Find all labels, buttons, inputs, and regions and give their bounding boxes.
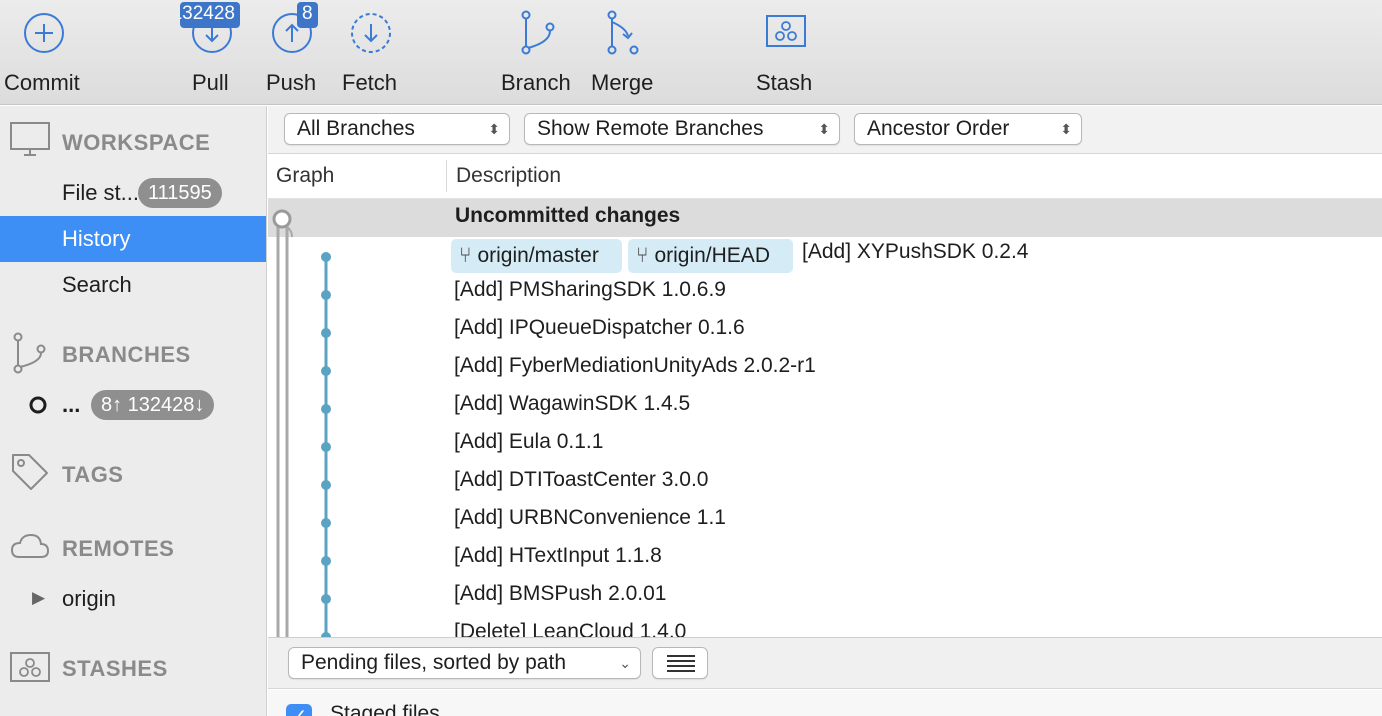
sidebar-item-search[interactable]: Search [62,272,132,298]
staged-files-label: Staged files [330,702,440,716]
branch-tag-icon: ⑂ [636,244,655,267]
commit-row[interactable]: [Add] WagawinSDK 1.4.5 [454,392,690,416]
sidebar-item-history[interactable]: History [0,216,266,262]
tag-origin-head[interactable]: ⑂ origin/HEAD [628,239,793,273]
stash-icon [10,652,50,682]
commit-row[interactable]: [Add] HTextInput 1.1.8 [454,544,662,568]
file-list-toolbar: Pending files, sorted by path ⌄ [268,637,1382,689]
updown-chevron-icon: ⬍ [1060,121,1072,137]
stash-label: Stash [756,70,813,95]
uncommitted-label: Uncommitted changes [455,204,681,227]
graph-column-header[interactable]: Graph [276,164,334,188]
column-divider[interactable] [446,160,447,192]
history-panel: All Branches ⬍ Show Remote Branches ⬍ An… [268,106,1382,716]
commit-row[interactable]: [Add] Eula 0.1.1 [454,430,603,454]
toolbar: Commit 132428 Pull 8 Push Fetch [0,0,1382,105]
commit-row[interactable]: [Add] FyberMediationUnityAds 2.0.2-r1 [454,354,816,378]
pull-label: Pull [192,70,229,95]
commit-row[interactable]: [Add] BMSPush 2.0.01 [454,582,666,606]
merge-label: Merge [591,70,654,95]
branch-icon [13,332,46,374]
cloud-icon [10,533,50,558]
fetch-icon [351,13,391,53]
stashes-heading: STASHES [62,656,168,681]
filter-bar: All Branches ⬍ Show Remote Branches ⬍ An… [268,106,1382,154]
plus-circle-icon [24,13,64,53]
current-branch-icon [29,396,47,414]
remotes-heading: REMOTES [62,536,175,561]
commit-label: Commit [4,70,80,95]
commit-row[interactable]: [Add] IPQueueDispatcher 0.1.6 [454,316,745,340]
workspace-heading: WORKSPACE [62,130,211,155]
tag-origin-master[interactable]: ⑂ origin/master [451,239,622,273]
list-view-button[interactable] [652,647,708,679]
monitor-icon [10,122,50,156]
pull-badge: 132428 [180,2,240,28]
commit-row[interactable]: [Add] PMSharingSDK 1.0.6.9 [454,278,726,302]
pending-files-select[interactable]: Pending files, sorted by path ⌄ [288,647,641,679]
order-select[interactable]: Ancestor Order ⬍ [854,113,1082,145]
push-label: Push [266,70,317,95]
branches-heading: BRANCHES [62,342,191,367]
staged-checkbox[interactable]: ✓ [286,704,312,716]
file-status-count-badge: 111595 [138,178,222,208]
stash-icon [766,15,806,47]
list-icon [667,655,695,672]
remote-branches-value: Show Remote Branches [537,117,764,140]
description-column-header[interactable]: Description [456,164,561,188]
merge-icon [607,10,639,55]
tag-label: origin/HEAD [654,244,770,267]
sidebar-item-file-status[interactable]: File st... [62,180,139,206]
branch-tag-icon: ⑂ [459,244,478,267]
updown-chevron-icon: ⬍ [818,121,830,137]
history-label: History [62,226,131,251]
updown-chevron-icon: ⬍ [488,121,500,137]
commit-graph [272,209,331,637]
disclosure-triangle-icon[interactable]: ▶ [32,588,45,608]
current-branch-label: ... [62,392,81,417]
push-badge: 8 [297,2,318,28]
remote-branches-select[interactable]: Show Remote Branches ⬍ [524,113,840,145]
branches-filter-value: All Branches [297,117,415,140]
tag-icon [12,454,48,490]
tags-heading: TAGS [62,462,124,487]
tag-label: origin/master [477,244,599,267]
commit-row[interactable]: [Add] URBNConvenience 1.1 [454,506,726,530]
fetch-label: Fetch [342,70,398,95]
branch-ahead-behind-badge: 8↑ 132428↓ [91,390,215,420]
commit-row[interactable]: [Add] DTIToastCenter 3.0.0 [454,468,708,492]
order-value: Ancestor Order [867,117,1010,140]
branch-label: Branch [501,70,571,95]
commit-row[interactable]: [Delete] LeanCloud 1.4.0 [454,620,686,637]
sidebar: WORKSPACE File st... 111595 History Sear… [0,106,267,716]
staged-files-section: ✓ Staged files [268,690,1382,716]
branches-filter-select[interactable]: All Branches ⬍ [284,113,510,145]
column-header: Graph Description [268,154,1382,199]
branch-icon [521,10,555,55]
commit-row[interactable]: [Add] XYPushSDK 0.2.4 [802,240,1028,264]
uncommitted-changes-row[interactable]: Uncommitted changes [268,199,1382,237]
chevron-down-icon: ⌄ [619,655,631,671]
pending-files-value: Pending files, sorted by path [301,651,567,674]
remote-origin-label: origin [62,586,116,611]
